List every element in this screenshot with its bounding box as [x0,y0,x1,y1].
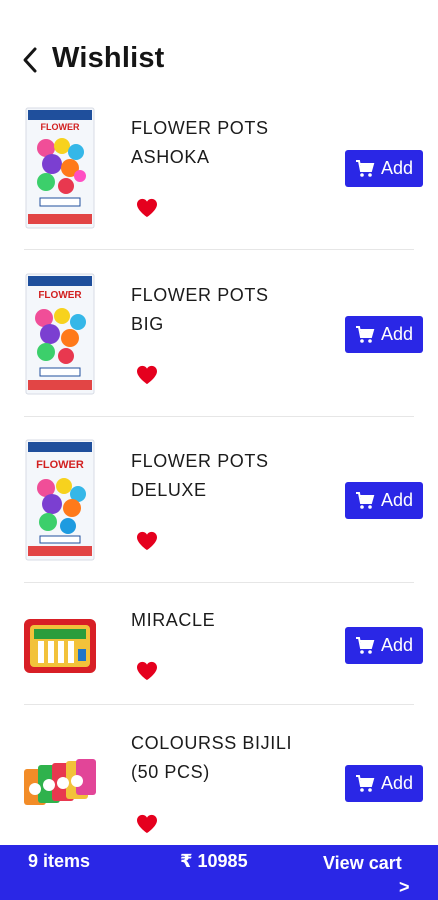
view-cart-button[interactable]: View cart > [323,851,423,899]
divider [24,704,414,705]
heart-icon[interactable] [136,198,158,218]
cart-icon [355,159,375,177]
cart-icon [355,774,375,792]
add-to-cart-button[interactable]: Add [345,150,423,187]
svg-text:FLOWER: FLOWER [38,290,82,301]
add-to-cart-button[interactable]: Add [345,482,423,519]
svg-text:FLOWER: FLOWER [36,459,84,471]
back-arrow-icon[interactable] [20,44,44,76]
cart-icon [355,491,375,509]
divider [24,416,414,417]
product-image-flower-pots[interactable]: FLOWER [22,438,98,564]
cart-icon [355,636,375,654]
product-image-bijili[interactable] [22,755,98,811]
add-to-cart-button[interactable]: Add [345,627,423,664]
items-count: 9 items [28,851,91,871]
chevron-right-icon: > [399,877,410,897]
heart-icon[interactable] [136,661,158,681]
header: Wishlist [0,0,438,100]
cart-summary-bar: 9 items ₹ 10985 View cart > [0,845,438,900]
product-image-miracle[interactable] [22,615,98,677]
svg-text:FLOWER: FLOWER [41,122,80,132]
divider [24,249,414,250]
cart-total: ₹ 10985 [180,851,248,871]
page-title: Wishlist [52,42,165,74]
product-name: MIRACLE [131,610,216,630]
divider [24,582,414,583]
product-image-flower-pots[interactable]: FLOWER [22,106,98,232]
product-image-flower-pots[interactable]: FLOWER [22,272,98,398]
product-name: FLOWER POTS DELUXE [131,451,269,500]
product-name: FLOWER POTS ASHOKA [131,118,269,167]
heart-icon[interactable] [136,531,158,551]
product-name: COLOURSS BIJILI (50 PCS) [131,733,293,782]
heart-icon[interactable] [136,365,158,385]
add-to-cart-button[interactable]: Add [345,765,423,802]
view-cart-label: View cart [323,853,402,873]
product-name: FLOWER POTS BIG [131,285,269,334]
add-to-cart-button[interactable]: Add [345,316,423,353]
heart-icon[interactable] [136,814,158,834]
cart-icon [355,325,375,343]
